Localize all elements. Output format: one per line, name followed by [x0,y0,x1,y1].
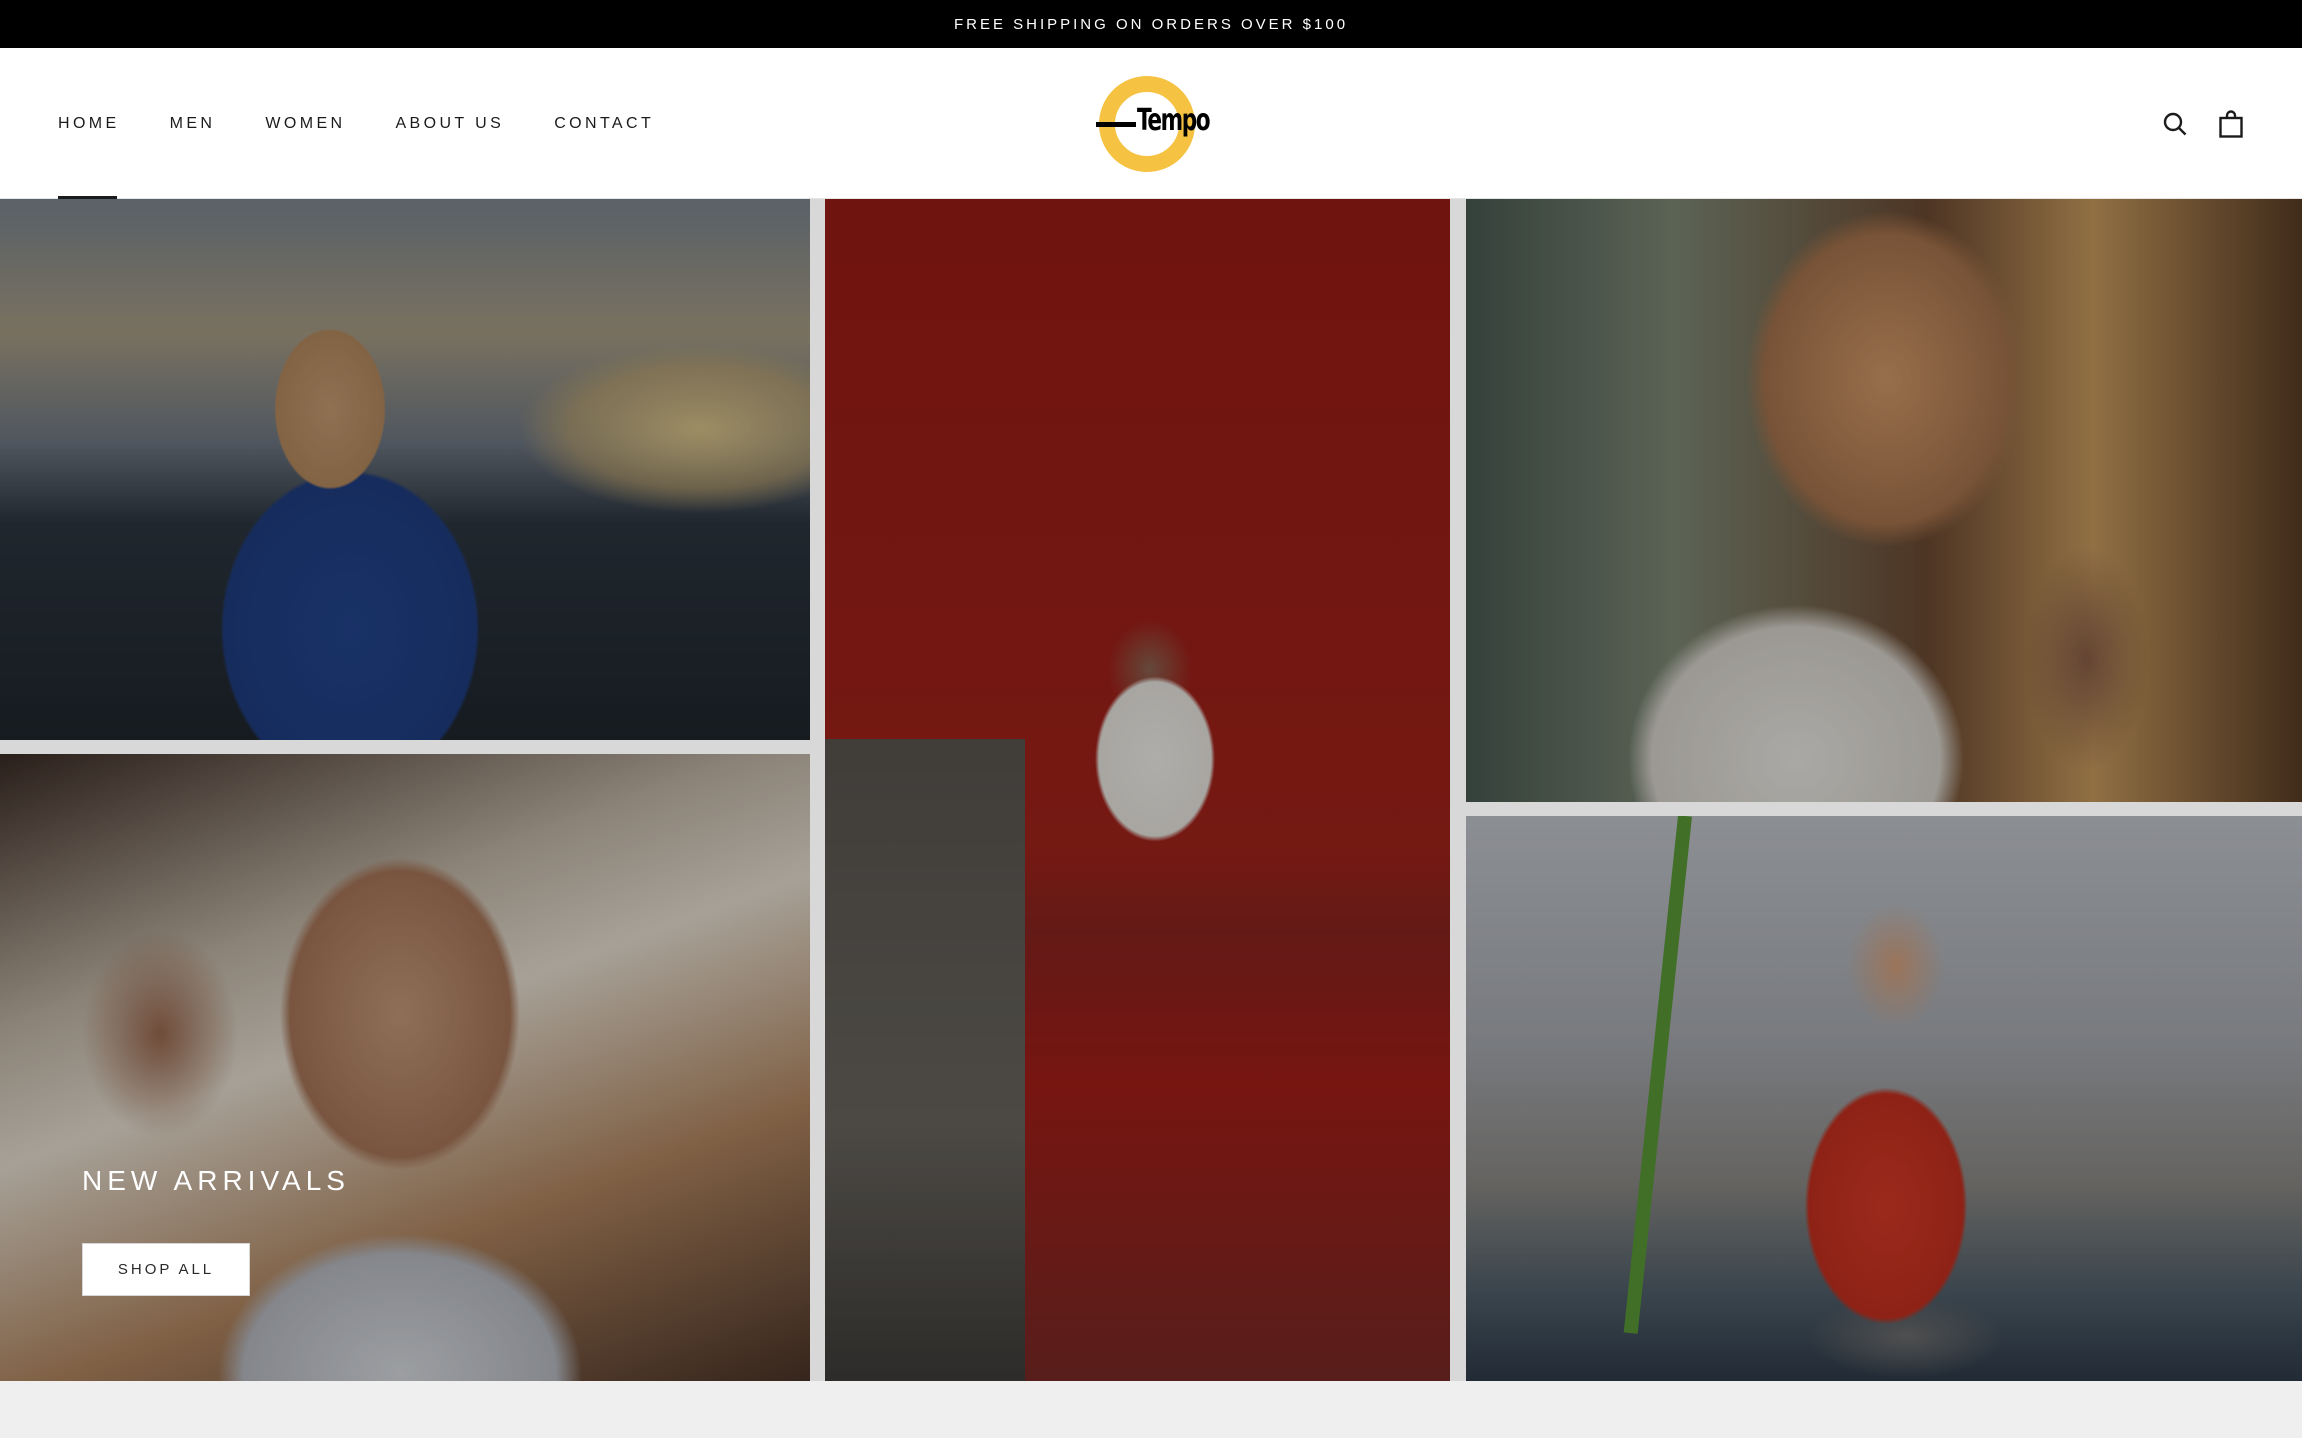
hero-image-grid [0,199,2302,1381]
page-background-band [0,1381,2302,1438]
nav-contact[interactable]: CONTACT [554,48,654,199]
site-header: HOME MEN WOMEN ABOUT US CONTACT Tempo [0,48,2302,199]
shop-all-button[interactable]: SHOP ALL [82,1243,250,1296]
main-nav: HOME MEN WOMEN ABOUT US CONTACT [58,48,704,199]
announcement-bar: FREE SHIPPING ON ORDERS OVER $100 [0,0,2302,48]
logo-text: Tempo [1137,103,1211,138]
nav-about-us[interactable]: ABOUT US [395,48,504,199]
search-icon[interactable] [2160,109,2190,139]
hero-image-woman-red-top[interactable] [1466,816,2302,1381]
hero-image-man-profile[interactable] [1466,199,2302,802]
nav-women[interactable]: WOMEN [265,48,345,199]
hero-title: NEW ARRIVALS [82,1165,350,1196]
hero-image-woman-blue-shirt[interactable] [0,199,810,740]
nav-home[interactable]: HOME [58,48,120,199]
announcement-text: FREE SHIPPING ON ORDERS OVER $100 [953,15,1349,33]
hero-image-woman-brick-wall[interactable] [825,199,1450,1381]
logo-line-icon [1096,122,1136,127]
logo[interactable]: Tempo [1096,72,1211,176]
nav-men[interactable]: MEN [170,48,216,199]
header-actions [2160,48,2246,199]
shopping-bag-icon[interactable] [2216,109,2246,139]
hero-caption: NEW ARRIVALS [82,1165,350,1197]
